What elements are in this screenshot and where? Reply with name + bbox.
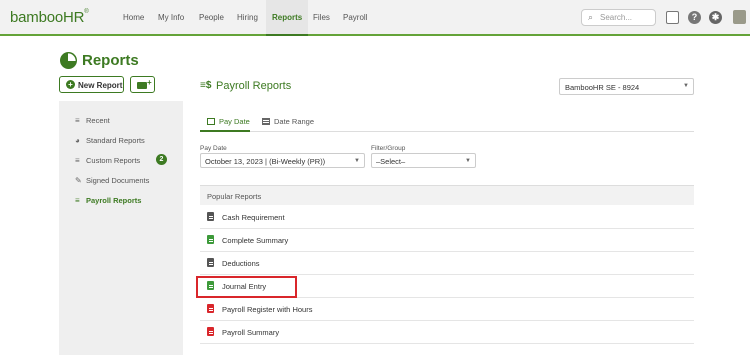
help-icon[interactable]: ? [688, 11, 701, 24]
pay-date-label: Pay Date [200, 145, 227, 152]
payroll-icon: ≡$ [200, 80, 212, 91]
report-link[interactable]: Payroll Summary [222, 328, 279, 337]
search-input[interactable]: ⌕ Search... [581, 9, 656, 26]
folder-icon [137, 82, 147, 89]
filter-group-select[interactable]: –Select– ▼ [371, 153, 476, 168]
new-report-label: New Report [78, 81, 123, 90]
signature-icon: ✎ [75, 176, 82, 185]
report-document-icon [207, 327, 214, 336]
chevron-down-icon: ▼ [354, 158, 360, 164]
filter-group-label: Filter/Group [371, 145, 406, 152]
nav-reports[interactable]: Reports [266, 0, 309, 36]
company-select[interactable]: BambooHR SE - 8924 ▼ [559, 78, 694, 95]
report-row-payroll-register-with-hours[interactable]: Payroll Register with Hours [200, 298, 694, 321]
nav-files[interactable]: Files [313, 13, 330, 22]
nav-people[interactable]: People [199, 13, 224, 22]
report-link[interactable]: Cash Requirement [222, 213, 285, 222]
avatar[interactable] [733, 10, 746, 24]
recent-icon: ≡ [75, 116, 80, 125]
pie-chart-icon: ◕ [75, 136, 80, 145]
custom-report-icon: ≡ [75, 156, 80, 165]
search-icon: ⌕ [588, 12, 594, 22]
sidebar-item-custom-reports[interactable]: ≡ Custom Reports [75, 156, 140, 165]
main-title: Payroll Reports [216, 80, 292, 92]
sidebar-item-recent[interactable]: ≡ Recent [75, 116, 110, 125]
inbox-icon[interactable] [666, 11, 679, 24]
report-row-payroll-summary[interactable]: Payroll Summary [200, 321, 694, 344]
tab-pay-date[interactable]: Pay Date [207, 117, 250, 126]
chevron-down-icon: ▼ [465, 158, 471, 164]
top-navigation: bambooHR® Home My Info People Hiring Rep… [0, 0, 750, 36]
report-document-icon [207, 212, 214, 221]
nav-payroll[interactable]: Payroll [343, 13, 367, 22]
table-icon [262, 118, 270, 125]
pay-date-select[interactable]: October 13, 2023 | (Bi-Weekly (PR)) ▼ [200, 153, 365, 168]
search-placeholder: Search... [600, 13, 633, 22]
sidebar-item-payroll-reports[interactable]: ≡ Payroll Reports [75, 196, 141, 205]
report-document-icon [207, 304, 214, 313]
payroll-icon: ≡ [75, 196, 80, 205]
tab-divider [200, 131, 694, 132]
plus-icon: + [147, 78, 152, 87]
chevron-down-icon: ▼ [683, 83, 689, 89]
report-row-deductions[interactable]: Deductions [200, 252, 694, 275]
nav-my-info[interactable]: My Info [158, 13, 184, 22]
gear-icon[interactable]: ✱ [709, 11, 722, 24]
calendar-icon [207, 118, 215, 125]
report-row-cash-requirement[interactable]: Cash Requirement [200, 206, 694, 229]
sidebar-item-signed-documents[interactable]: ✎ Signed Documents [75, 176, 149, 185]
report-link[interactable]: Complete Summary [222, 236, 288, 245]
popular-reports-header: Popular Reports [200, 185, 694, 205]
custom-reports-count-badge: 2 [156, 154, 167, 165]
active-tab-indicator [200, 130, 250, 132]
pie-chart-icon [60, 52, 77, 69]
report-link[interactable]: Payroll Register with Hours [222, 305, 312, 314]
new-folder-button[interactable]: + [130, 76, 155, 93]
highlight-box [196, 276, 297, 298]
report-link[interactable]: Deductions [222, 259, 260, 268]
report-document-icon [207, 235, 214, 244]
nav-hiring[interactable]: Hiring [237, 13, 258, 22]
bamboohr-logo[interactable]: bambooHR® [10, 9, 89, 26]
new-report-button[interactable]: + New Report [59, 76, 124, 93]
sidebar-item-standard-reports[interactable]: ◕ Standard Reports [75, 136, 145, 145]
tab-date-range[interactable]: Date Range [262, 117, 314, 126]
report-document-icon [207, 258, 214, 267]
plus-icon: + [66, 80, 75, 89]
report-row-complete-summary[interactable]: Complete Summary [200, 229, 694, 252]
nav-home[interactable]: Home [123, 13, 144, 22]
page-title: Reports [82, 52, 139, 69]
